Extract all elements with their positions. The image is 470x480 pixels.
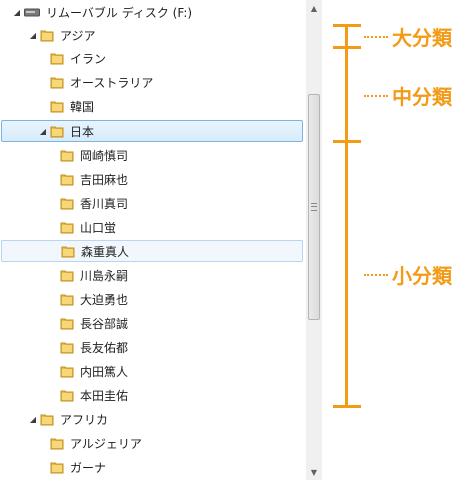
folder-icon	[50, 53, 64, 65]
tree-item-label: 大迫勇也	[80, 292, 129, 307]
tree-item-label: オーストラリア	[70, 75, 154, 90]
folder-tree: ◢ リムーバブル ディスク (F:) ◢ アジア イラン オーストラリア 韓国 …	[0, 0, 307, 480]
dotted-leader	[364, 36, 388, 38]
folder-icon	[60, 150, 74, 162]
tree-item-label: 韓国	[70, 99, 95, 114]
tree-item-drive[interactable]: ◢ リムーバブル ディスク (F:)	[12, 1, 192, 23]
tree-item-korea[interactable]: 韓国	[38, 95, 94, 117]
expanded-arrow-icon[interactable]: ◢	[12, 8, 22, 17]
scroll-down-icon[interactable]: ▼	[306, 464, 322, 480]
tree-item-person[interactable]: 川島永嗣	[48, 264, 128, 286]
tree-item-label: 日本	[70, 124, 95, 139]
expanded-arrow-icon[interactable]: ◢	[38, 127, 48, 136]
folder-icon	[61, 246, 75, 258]
tree-item-label: 長谷部誠	[80, 316, 129, 331]
tree-item-label: イラン	[70, 51, 107, 66]
tree-item-iran[interactable]: イラン	[38, 47, 106, 69]
tree-item-label: 本田圭佑	[80, 388, 129, 403]
tree-item-label: 香川真司	[80, 196, 129, 211]
tree-item-label: 吉田麻也	[80, 172, 129, 187]
folder-icon	[60, 174, 74, 186]
expanded-arrow-icon[interactable]: ◢	[28, 31, 38, 40]
folder-icon	[50, 101, 64, 113]
tree-item-label: 川島永嗣	[80, 268, 129, 283]
folder-icon	[50, 462, 64, 474]
tree-item-algeria[interactable]: アルジェリア	[38, 432, 142, 454]
drive-icon	[24, 8, 40, 17]
tree-item-person[interactable]: 本田圭佑	[48, 384, 128, 406]
tree-item-person[interactable]: 長友佑都	[48, 336, 128, 358]
tree-item-label: リムーバブル ディスク (F:)	[46, 5, 193, 20]
tree-item-person[interactable]: 大迫勇也	[48, 288, 128, 310]
tree-item-person[interactable]: 長谷部誠	[48, 312, 128, 334]
folder-icon	[50, 77, 64, 89]
tree-item-japan[interactable]: ◢ 日本	[1, 120, 303, 142]
folder-icon	[40, 30, 54, 42]
tree-item-person[interactable]: 岡崎慎司	[48, 144, 128, 166]
folder-icon	[60, 270, 74, 282]
dotted-leader	[364, 274, 388, 276]
expanded-arrow-icon[interactable]: ◢	[28, 415, 38, 424]
tree-item-label: 山口蛍	[80, 220, 117, 235]
tree-item-australia[interactable]: オーストラリア	[38, 71, 153, 93]
label-large-category: 大分類	[392, 26, 452, 50]
tree-item-label: 岡崎慎司	[80, 148, 129, 163]
folder-icon	[60, 318, 74, 330]
folder-icon	[40, 414, 54, 426]
dotted-leader	[364, 95, 388, 97]
tree-item-ghana[interactable]: ガーナ	[38, 456, 106, 478]
tree-item-label: アルジェリア	[70, 436, 142, 451]
grip-icon	[311, 203, 317, 211]
scrollbar-thumb[interactable]	[308, 94, 320, 320]
folder-icon	[60, 294, 74, 306]
folder-icon	[60, 366, 74, 378]
tree-item-label: 長友佑都	[80, 340, 129, 355]
label-small-category: 小分類	[392, 264, 452, 288]
folder-icon	[60, 390, 74, 402]
folder-icon	[60, 198, 74, 210]
label-medium-category: 中分類	[392, 85, 452, 109]
folder-icon	[50, 438, 64, 450]
tree-item-label: アフリカ	[60, 412, 109, 427]
tree-item-label: 内田篤人	[80, 364, 129, 379]
tree-item-person[interactable]: 内田篤人	[48, 360, 128, 382]
folder-icon	[50, 126, 64, 138]
tree-item-person[interactable]: 山口蛍	[48, 216, 116, 238]
tree-item-label: 森重真人	[81, 244, 130, 259]
folder-icon	[60, 222, 74, 234]
tree-item-person[interactable]: 香川真司	[48, 192, 128, 214]
tree-item-asia[interactable]: ◢ アジア	[28, 24, 96, 46]
tree-item-label: ガーナ	[70, 460, 107, 475]
tree-item-person[interactable]: 森重真人	[1, 240, 303, 262]
scroll-up-icon[interactable]: ▲	[306, 0, 322, 16]
tree-item-africa[interactable]: ◢ アフリカ	[28, 408, 108, 430]
tree-item-label: アジア	[60, 28, 96, 43]
tree-item-person[interactable]: 吉田麻也	[48, 168, 128, 190]
folder-icon	[60, 342, 74, 354]
vertical-scrollbar[interactable]: ▲ ▼	[306, 0, 322, 480]
